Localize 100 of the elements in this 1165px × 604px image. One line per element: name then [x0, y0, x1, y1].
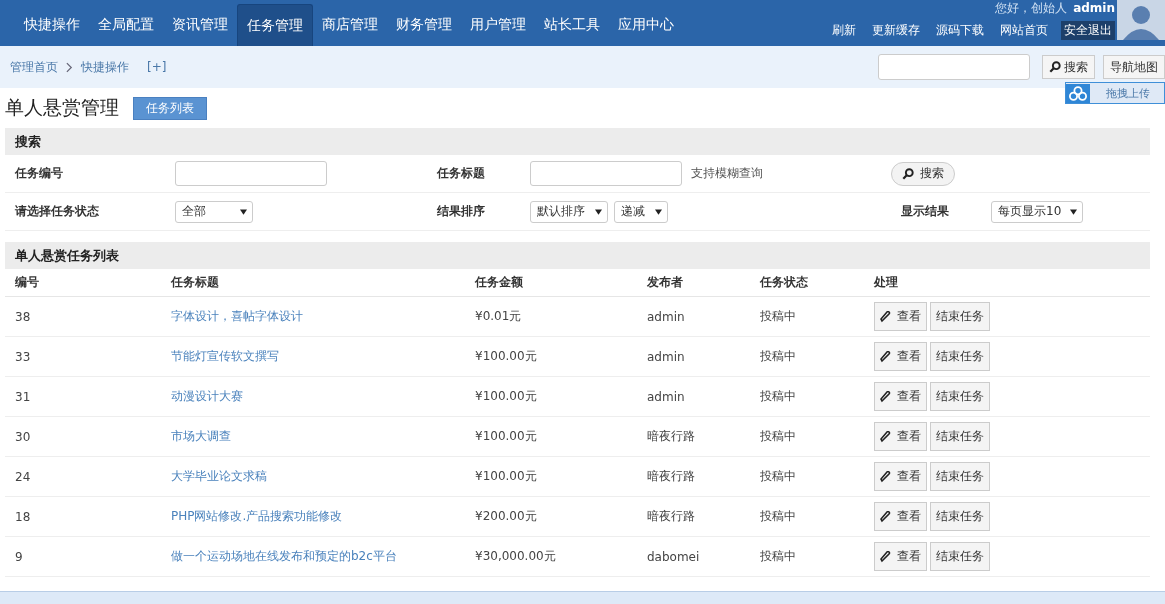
order-dropdown[interactable]: 递减 — [614, 200, 668, 223]
search-button[interactable]: 搜索 — [1042, 55, 1095, 79]
pencil-icon — [880, 350, 892, 363]
nav-tab[interactable]: 资讯管理 — [163, 4, 237, 46]
table-cell-text: 18 — [15, 509, 32, 524]
page-title: 单人悬赏管理 — [5, 95, 119, 120]
breadcrumb-link[interactable]: 快捷操作 — [81, 58, 129, 76]
view-button[interactable]: 查看 — [874, 542, 927, 571]
search-button[interactable]: 搜索 — [891, 161, 955, 186]
end-task-button[interactable]: 结束任务 — [930, 502, 990, 531]
nav-tab[interactable]: 应用中心 — [609, 4, 683, 46]
end-task-button[interactable]: 结束任务 — [930, 462, 990, 491]
search-icon — [902, 167, 914, 180]
table-cell-text: ¥100.00元 — [475, 388, 538, 405]
task-title-link[interactable]: 节能灯宣传软文撰写 — [171, 349, 279, 363]
end-task-button[interactable]: 结束任务 — [930, 302, 990, 331]
table-cell-text: 投稿中 — [760, 348, 797, 365]
greeting-text: 您好，创始人 — [995, 1, 1068, 15]
top-link[interactable]: 源码下载 — [933, 21, 987, 40]
pencil-icon — [880, 390, 892, 403]
table-cell-text: ¥100.00元 — [475, 428, 538, 445]
user-name: admin — [1073, 1, 1115, 15]
caret-down-icon — [595, 208, 602, 215]
page-size-dropdown[interactable]: 每页显示10 — [991, 200, 1083, 223]
nav-tab[interactable]: 快捷操作 — [15, 4, 89, 46]
table-cell-text: ¥30,000.00元 — [475, 548, 557, 565]
search-icon — [1049, 61, 1061, 73]
task-title-link[interactable]: 动漫设计大赛 — [171, 389, 243, 403]
table-cell-text: 30 — [15, 429, 32, 444]
end-task-button[interactable]: 结束任务 — [930, 542, 990, 571]
pencil-icon — [880, 430, 892, 443]
table-cell-text: 38 — [15, 309, 32, 324]
table-cell-text: admin — [647, 389, 686, 404]
table-cell-text: 投稿中 — [760, 548, 797, 565]
field-label: 任务编号 — [14, 165, 64, 182]
task-title-link[interactable]: 市场大调查 — [171, 429, 231, 443]
task-title-link[interactable]: 大学毕业论文求稿 — [171, 469, 267, 483]
top-link[interactable]: 更新缓存 — [869, 21, 923, 40]
status-dropdown[interactable]: 全部 — [175, 200, 253, 223]
table-cell-text: 投稿中 — [760, 388, 797, 405]
nav-tab[interactable]: 站长工具 — [535, 4, 609, 46]
field-label: 显示结果 — [900, 203, 950, 220]
table-cell-text: 投稿中 — [760, 308, 797, 325]
end-task-button[interactable]: 结束任务 — [930, 382, 990, 411]
field-label: 结果排序 — [436, 203, 486, 220]
nav-tab[interactable]: 财务管理 — [387, 4, 461, 46]
nav-tab[interactable]: 用户管理 — [461, 4, 535, 46]
table-cell-text: dabomei — [647, 549, 701, 564]
task-list-tab[interactable]: 任务列表 — [133, 96, 207, 120]
view-button[interactable]: 查看 — [874, 422, 927, 451]
end-task-button[interactable]: 结束任务 — [930, 422, 990, 451]
search-field[interactable] — [878, 54, 1030, 80]
field-label: 请选择任务状态 — [14, 203, 100, 220]
add-shortcut-link[interactable]: [+] — [147, 60, 167, 74]
view-button[interactable]: 查看 — [874, 502, 927, 531]
task-title-field[interactable] — [530, 161, 682, 186]
breadcrumb-link[interactable]: 管理首页 — [10, 58, 58, 76]
nav-tab[interactable]: 任务管理 — [237, 4, 313, 46]
view-button[interactable]: 查看 — [874, 462, 927, 491]
site-map-button[interactable]: 导航地图 — [1103, 55, 1165, 79]
table-cell-text: 投稿中 — [760, 428, 797, 445]
column-header: 发布者 — [647, 274, 684, 291]
task-id-field[interactable] — [175, 161, 327, 186]
top-link[interactable]: 刷新 — [829, 21, 859, 40]
pencil-icon — [880, 550, 892, 563]
pencil-icon — [880, 310, 892, 323]
task-title-link[interactable]: PHP网站修改.产品搜索功能修改 — [171, 509, 343, 523]
table-cell-text: 9 — [15, 549, 24, 564]
sort-dropdown[interactable]: 默认排序 — [530, 200, 608, 223]
logout-link[interactable]: 安全退出 — [1061, 21, 1115, 40]
task-title-link[interactable]: 字体设计，喜帖字体设计 — [171, 309, 303, 323]
column-header: 任务标题 — [171, 274, 220, 291]
caret-down-icon — [1070, 208, 1077, 215]
view-button[interactable]: 查看 — [874, 302, 927, 331]
table-cell-text: 暗夜行路 — [647, 428, 696, 445]
end-task-button[interactable]: 结束任务 — [930, 342, 990, 371]
upload-widget[interactable]: 拖拽上传 — [1065, 82, 1165, 104]
view-button[interactable]: 查看 — [874, 382, 927, 411]
table-cell-text: ¥0.01元 — [475, 308, 523, 325]
column-header: 任务金额 — [475, 274, 524, 291]
table-cell-text: ¥100.00元 — [475, 468, 538, 485]
view-button[interactable]: 查看 — [874, 342, 927, 371]
column-header: 处理 — [874, 274, 899, 291]
cloud-icon — [1066, 83, 1090, 103]
top-link[interactable]: 网站首页 — [997, 21, 1051, 40]
caret-down-icon — [655, 208, 662, 215]
table-cell-text: ¥100.00元 — [475, 348, 538, 365]
section-header: 搜索 — [5, 128, 1150, 155]
chevron-right-icon — [66, 61, 73, 73]
table-cell-text: 31 — [15, 389, 32, 404]
table-cell-text: 24 — [15, 469, 32, 484]
table-cell-text: 投稿中 — [760, 508, 797, 525]
table-cell-text: ¥200.00元 — [475, 508, 538, 525]
field-label: 任务标题 — [436, 165, 486, 182]
table-cell-text: admin — [647, 349, 686, 364]
nav-tab[interactable]: 全局配置 — [89, 4, 163, 46]
column-header: 任务状态 — [760, 274, 809, 291]
nav-tab[interactable]: 商店管理 — [313, 4, 387, 46]
table-cell-text: admin — [647, 309, 686, 324]
task-title-link[interactable]: 做一个运动场地在线发布和预定的b2c平台 — [171, 549, 397, 563]
